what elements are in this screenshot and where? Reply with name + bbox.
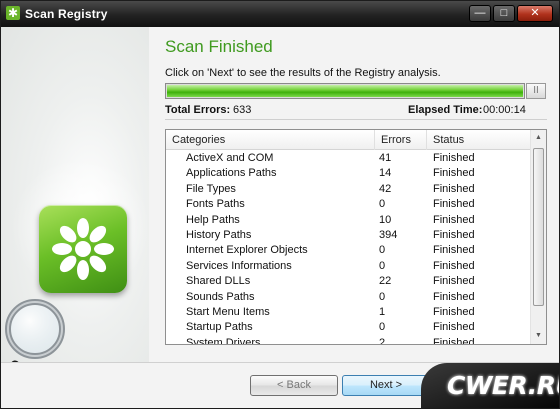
row-category: Applications Paths (186, 167, 277, 180)
watermark-logo: CWER.RU (421, 363, 559, 408)
row-status: Finished (433, 244, 475, 257)
close-button[interactable]: ✕ (517, 5, 553, 22)
row-status: Finished (433, 213, 475, 226)
row-errors: 0 (379, 321, 386, 334)
row-status: Finished (433, 198, 475, 211)
side-illustration (1, 27, 149, 362)
scroll-down-arrow-icon[interactable]: ▼ (531, 328, 546, 344)
row-errors: 2 (379, 336, 386, 345)
column-header-status[interactable]: Status (427, 130, 531, 150)
row-category: Internet Explorer Objects (186, 244, 308, 257)
elapsed-time-label: Elapsed Time: (408, 104, 483, 116)
instruction-text: Click on 'Next' to see the results of th… (165, 67, 441, 79)
table-row[interactable]: Sounds Paths 0 Finished (166, 290, 531, 305)
row-category: Shared DLLs (186, 275, 251, 288)
row-category: Fonts Paths (186, 198, 245, 211)
list-header: Categories Errors Status (166, 130, 531, 150)
scroll-up-arrow-icon[interactable]: ▲ (531, 130, 546, 146)
row-category: Startup Paths (186, 321, 253, 334)
row-category: ActiveX and COM (186, 152, 274, 164)
scrollbar-thumb[interactable] (533, 148, 544, 306)
title-bar[interactable]: ✱ Scan Registry — □ ✕ (1, 1, 559, 27)
row-status: Finished (433, 152, 475, 164)
total-errors-value: 633 (233, 104, 252, 116)
row-status: Finished (433, 167, 475, 180)
list-rows: ActiveX and COM 41 Finished Applications Pa… (166, 151, 531, 345)
row-errors: 10 (379, 213, 392, 226)
scan-progress-bar (165, 83, 525, 99)
table-row[interactable]: Help Paths 10 Finished (166, 213, 531, 228)
table-row[interactable]: Shared DLLs 22 Finished (166, 274, 531, 289)
row-errors: 41 (379, 152, 392, 164)
row-status: Finished (433, 259, 475, 272)
table-row[interactable]: Start Menu Items 1 Finished (166, 305, 531, 320)
back-button[interactable]: < Back (250, 375, 338, 396)
registry-logo-icon (39, 205, 127, 293)
scan-registry-window: ✱ Scan Registry — □ ✕ Scan Finished Clic… (0, 0, 560, 409)
row-category: File Types (186, 182, 236, 195)
row-status: Finished (433, 305, 475, 318)
pause-button[interactable]: II (526, 83, 546, 99)
elapsed-time-value: 00:00:14 (483, 104, 526, 116)
row-category: Sounds Paths (186, 290, 255, 303)
row-status: Finished (433, 290, 475, 303)
progress-fill (167, 85, 523, 97)
column-header-errors[interactable]: Errors (375, 130, 427, 150)
row-status: Finished (433, 275, 475, 288)
page-title: Scan Finished (165, 37, 273, 56)
row-status: Finished (433, 336, 475, 345)
table-row[interactable]: System Drivers 2 Finished (166, 336, 531, 345)
table-row[interactable]: Internet Explorer Objects 0 Finished (166, 243, 531, 258)
minimize-button[interactable]: — (469, 5, 491, 22)
table-row[interactable]: History Paths 394 Finished (166, 228, 531, 243)
magnifier-icon (5, 299, 65, 362)
total-errors-label: Total Errors: (165, 104, 231, 116)
window-title: Scan Registry (25, 7, 108, 21)
row-category: History Paths (186, 228, 252, 241)
table-row[interactable]: Services Informations 0 Finished (166, 259, 531, 274)
row-status: Finished (433, 228, 475, 241)
divider (165, 119, 547, 120)
table-row[interactable]: Applications Paths 14 Finished (166, 166, 531, 181)
row-errors: 0 (379, 290, 386, 303)
table-row[interactable]: Fonts Paths 0 Finished (166, 197, 531, 212)
row-category: Services Informations (186, 259, 292, 272)
row-status: Finished (433, 321, 475, 334)
row-errors: 22 (379, 275, 392, 288)
watermark-text: CWER.RU (447, 371, 559, 400)
row-errors: 14 (379, 167, 392, 180)
app-logo-icon: ✱ (6, 6, 20, 20)
column-header-categories[interactable]: Categories (166, 130, 375, 150)
results-list[interactable]: Categories Errors Status ActiveX and COM… (165, 129, 547, 345)
table-row[interactable]: ActiveX and COM 41 Finished (166, 151, 531, 166)
row-errors: 394 (379, 228, 398, 241)
table-row[interactable]: File Types 42 Finished (166, 182, 531, 197)
vertical-scrollbar[interactable]: ▲ ▼ (530, 130, 546, 344)
row-category: System Drivers (186, 336, 261, 345)
maximize-button[interactable]: □ (493, 5, 515, 22)
row-errors: 1 (379, 305, 386, 318)
row-category: Help Paths (186, 213, 240, 226)
row-errors: 0 (379, 198, 386, 211)
row-errors: 0 (379, 244, 386, 257)
row-errors: 0 (379, 259, 386, 272)
table-row[interactable]: Startup Paths 0 Finished (166, 320, 531, 335)
row-status: Finished (433, 182, 475, 195)
row-category: Start Menu Items (186, 305, 270, 318)
next-button[interactable]: Next > (342, 375, 430, 396)
row-errors: 42 (379, 182, 392, 195)
